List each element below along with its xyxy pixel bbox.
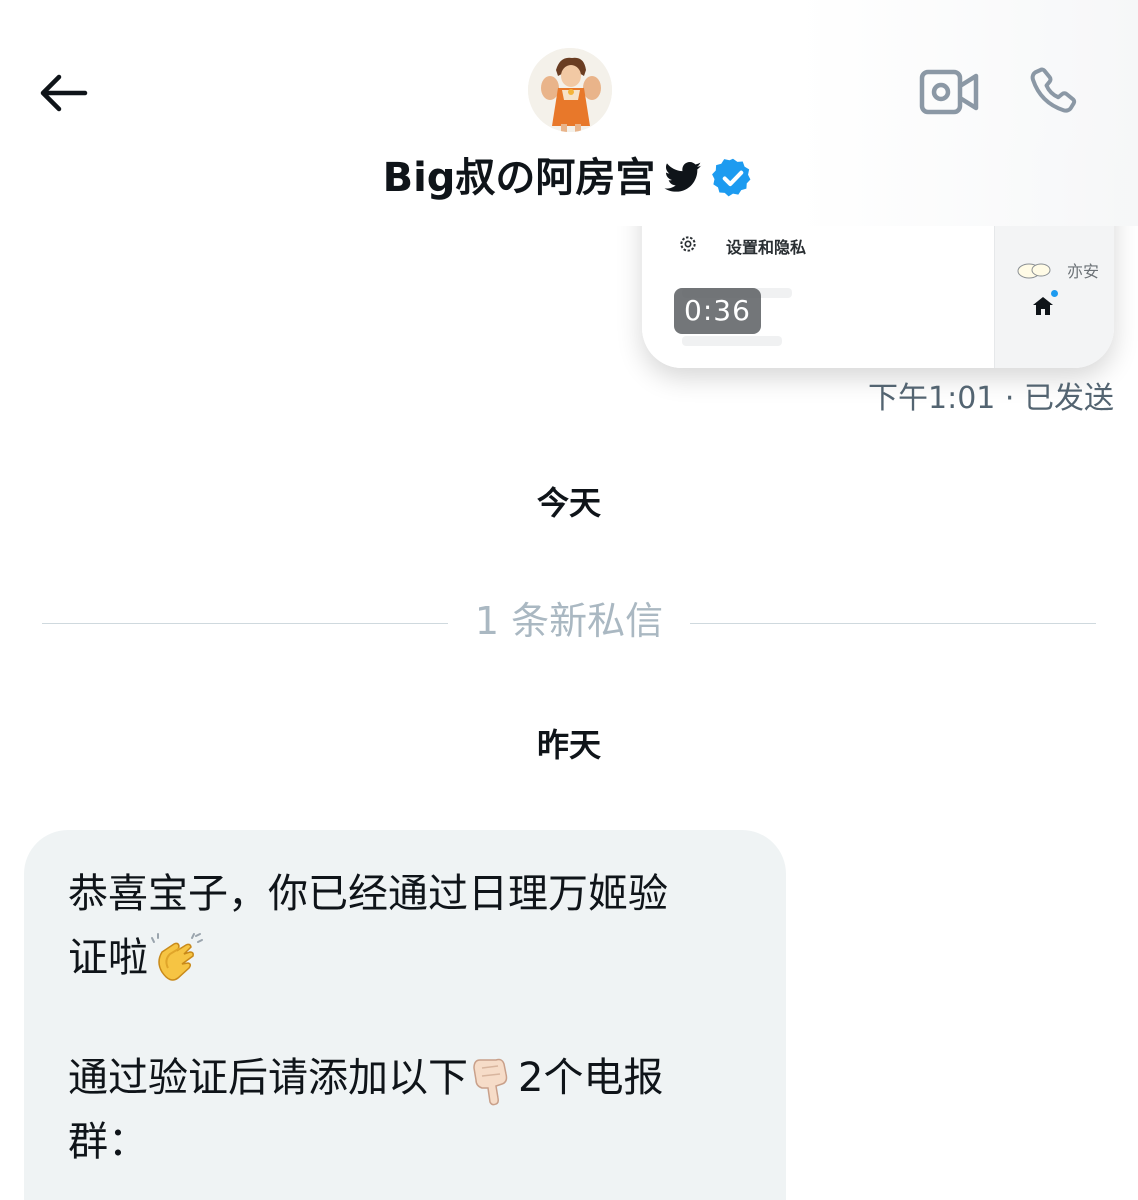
settings-and-privacy-label: 设置和隐私	[726, 238, 807, 257]
incoming-message-bubble[interactable]: 恭喜宝子，你已经通过日理万姬验 证啦 通过验证后请添加以下 2个电报 群：	[24, 830, 786, 1200]
thumbnail-username: 亦安	[1067, 262, 1100, 281]
message-line-text: 2个电报	[518, 1055, 664, 1101]
day-separator-today: 今天	[536, 484, 601, 522]
avatar-illustration	[528, 48, 612, 132]
contact-avatar[interactable]	[528, 48, 612, 132]
gear-icon	[680, 236, 696, 252]
phone-icon	[1030, 67, 1077, 113]
phone-call-button[interactable]	[1024, 62, 1084, 122]
new-messages-label: 1 条新私信	[474, 599, 664, 643]
message-line-text: 证啦	[68, 935, 148, 981]
message-line: 证啦	[68, 926, 758, 990]
divider-line-right	[690, 623, 1096, 624]
pointing-down-hand-icon	[473, 1058, 508, 1106]
message-timestamp-status: 下午1:01 · 已发送	[868, 381, 1114, 416]
incoming-message-text: 恭喜宝子，你已经通过日理万姬验 证啦 通过验证后请添加以下 2个电报 群：	[68, 862, 758, 1174]
message-line: 通过验证后请添加以下 2个电报	[68, 1046, 758, 1110]
clapping-hands-icon	[151, 933, 203, 981]
verified-badge-icon	[712, 158, 751, 197]
new-messages-divider: 1 条新私信	[42, 596, 1096, 652]
notification-dot	[1051, 290, 1058, 297]
video-camera-icon	[919, 69, 979, 115]
message-line-text: 通过验证后请添加以下	[68, 1055, 468, 1101]
day-separator-yesterday: 昨天	[536, 726, 601, 764]
dm-conversation-screen: 设置和隐私 0:36 亦安 Big叔の阿房宫 下午1:01 · 已发送 今天 1…	[0, 0, 1138, 1200]
bird-icon	[664, 162, 702, 192]
conversation-header: Big叔の阿房宫	[0, 0, 1138, 226]
cloud-sticker-icon	[1017, 263, 1051, 279]
arrow-left-icon	[40, 74, 88, 112]
home-icon	[1033, 297, 1053, 315]
video-duration-badge: 0:36	[674, 288, 761, 334]
message-line: 群：	[68, 1119, 148, 1165]
back-button[interactable]	[30, 60, 96, 126]
video-call-button[interactable]	[918, 64, 980, 120]
faded-menu-item	[682, 336, 782, 346]
message-line: 恭喜宝子，你已经通过日理万姬验	[68, 871, 668, 917]
contact-name: Big叔の阿房宫	[382, 155, 656, 201]
contact-title[interactable]: Big叔の阿房宫	[0, 150, 1138, 206]
